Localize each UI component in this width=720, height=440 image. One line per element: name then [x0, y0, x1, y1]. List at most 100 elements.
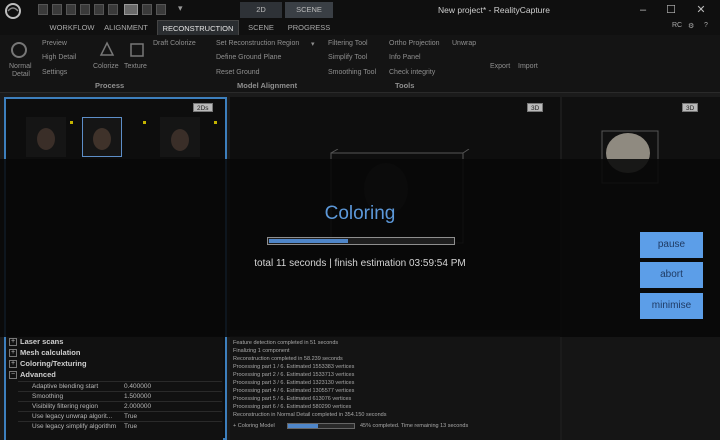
- property-row[interactable]: Visibility filtering region 2.000000: [18, 401, 222, 410]
- progress-bar-fill: [269, 239, 348, 243]
- normal-detail-label-2[interactable]: Detail: [12, 71, 30, 78]
- property-key: Smoothing: [32, 393, 64, 400]
- image-thumbnail-selected[interactable]: [82, 117, 122, 157]
- log-line: Processing part 4 / 6. Estimated 1305577…: [233, 388, 355, 394]
- colorize-icon[interactable]: [98, 41, 116, 59]
- define-ground-plane-button[interactable]: Define Ground Plane: [216, 54, 281, 61]
- thumbnail-status-dot: [70, 121, 73, 124]
- image-thumbnail[interactable]: [26, 117, 66, 157]
- abort-button[interactable]: abort: [640, 262, 703, 288]
- thumbnail-status-dot: [214, 121, 217, 124]
- app-logo-icon[interactable]: [4, 2, 22, 20]
- section-coloring-texturing[interactable]: Coloring/Texturing: [20, 359, 87, 368]
- filtering-tool-button[interactable]: Filtering Tool: [328, 40, 368, 47]
- user-badge[interactable]: RC: [672, 22, 682, 29]
- image-thumbnail[interactable]: [160, 117, 200, 157]
- property-key: Adaptive blending start: [32, 383, 99, 390]
- console-log[interactable]: Feature detection completed in 51 second…: [230, 336, 560, 440]
- group-model-alignment-label: Model Alignment: [237, 81, 298, 90]
- pause-button[interactable]: pause: [640, 232, 703, 258]
- property-row[interactable]: Adaptive blending start 0.400000: [18, 381, 222, 390]
- quick-access-layout-icon[interactable]: [80, 4, 90, 15]
- log-line: Processing part 6 / 6. Estimated 580290 …: [233, 404, 352, 410]
- expand-icon[interactable]: +: [9, 338, 17, 346]
- log-progress-fill: [288, 424, 318, 428]
- close-window-icon[interactable]: ✕: [694, 3, 708, 17]
- log-line: Reconstruction completed in 58.239 secon…: [233, 356, 343, 362]
- export-button[interactable]: Export: [490, 63, 510, 70]
- preview-button[interactable]: Preview: [42, 40, 67, 47]
- smoothing-tool-button[interactable]: Smoothing Tool: [328, 69, 376, 76]
- minimise-button[interactable]: minimise: [640, 293, 703, 319]
- section-laser-scans[interactable]: Laser scans: [20, 337, 63, 346]
- quick-access-layout-icon[interactable]: [52, 4, 62, 15]
- property-value[interactable]: True: [124, 412, 137, 421]
- quick-access-layout-icon[interactable]: [38, 4, 48, 15]
- colorize-button[interactable]: Colorize: [93, 63, 119, 70]
- quick-access-layout-icon[interactable]: [124, 4, 138, 15]
- expand-icon[interactable]: +: [9, 349, 17, 357]
- context-tab-2d[interactable]: 2D: [240, 2, 282, 18]
- section-mesh-calculation[interactable]: Mesh calculation: [20, 348, 80, 357]
- property-key: Use legacy unwrap algorit...: [32, 413, 113, 420]
- panel-3d-tag[interactable]: 3D: [527, 103, 544, 112]
- texture-button[interactable]: Texture: [124, 63, 147, 70]
- properties-panel: + Laser scans + Mesh calculation + Color…: [6, 336, 223, 440]
- property-value[interactable]: True: [124, 422, 137, 431]
- log-progress-label: + Coloring Model: [233, 423, 275, 429]
- property-row[interactable]: Use legacy unwrap algorit... True: [18, 411, 222, 420]
- log-line: Processing part 1 / 6. Estimated 1553383…: [233, 364, 355, 370]
- import-button[interactable]: Import: [518, 63, 538, 70]
- property-value[interactable]: 0.400000: [124, 382, 151, 391]
- expand-icon[interactable]: +: [9, 360, 17, 368]
- normal-detail-label[interactable]: Normal: [9, 63, 32, 70]
- quick-access-layout-icon[interactable]: [156, 4, 166, 15]
- group-tools-label: Tools: [395, 81, 415, 90]
- quick-access-layout-icon[interactable]: [94, 4, 104, 15]
- minimize-window-icon[interactable]: –: [636, 3, 650, 17]
- normal-detail-icon[interactable]: [10, 41, 28, 59]
- dropdown-chevron-icon[interactable]: ▾: [311, 40, 315, 48]
- progress-overlay: [0, 159, 720, 337]
- log-line: Processing part 2 / 6. Estimated 1533713…: [233, 372, 355, 378]
- log-line: Processing part 5 / 6. Estimated 613076 …: [233, 396, 352, 402]
- context-tab-scene[interactable]: SCENE: [285, 2, 333, 18]
- panel-2ds-tag[interactable]: 2Ds: [193, 103, 213, 112]
- help-icon[interactable]: ?: [704, 22, 708, 29]
- set-reconstruction-region-button[interactable]: Set Reconstruction Region: [216, 40, 299, 47]
- ribbon: Normal Detail Preview High Detail Settin…: [0, 35, 720, 93]
- quick-access-layout-icon[interactable]: [142, 4, 152, 15]
- property-row[interactable]: Use legacy simplify algorithm True: [18, 421, 222, 430]
- settings-button[interactable]: Settings: [42, 69, 67, 76]
- tab-workflow[interactable]: WORKFLOW: [44, 20, 100, 35]
- section-advanced[interactable]: Advanced: [20, 370, 56, 379]
- tab-reconstruction[interactable]: RECONSTRUCTION: [157, 20, 239, 35]
- draft-colorize-button[interactable]: Draft Colorize: [153, 40, 196, 47]
- quick-access-layout-icon[interactable]: [108, 4, 118, 15]
- panel-3d2-tag[interactable]: 3D: [682, 103, 699, 112]
- texture-icon[interactable]: [128, 41, 146, 59]
- settings-gear-icon[interactable]: ⚙: [688, 22, 694, 30]
- maximize-window-icon[interactable]: ☐: [664, 3, 678, 17]
- unwrap-button[interactable]: Unwrap: [452, 40, 476, 47]
- property-value[interactable]: 2.000000: [124, 402, 151, 411]
- tab-progress[interactable]: PROGRESS: [284, 20, 334, 35]
- property-value[interactable]: 1.500000: [124, 392, 151, 401]
- tab-alignment[interactable]: ALIGNMENT: [100, 20, 152, 35]
- quick-access-layout-icon[interactable]: [66, 4, 76, 15]
- thumbnail-status-dot: [143, 121, 146, 124]
- quick-access-menu-icon[interactable]: ▾: [178, 3, 183, 14]
- title-bar: ▾ 2D SCENE New project* - RealityCapture…: [0, 0, 720, 20]
- property-row[interactable]: Smoothing 1.500000: [18, 391, 222, 400]
- check-integrity-button[interactable]: Check integrity: [389, 69, 435, 76]
- log-progress-bar: [287, 423, 355, 429]
- high-detail-button[interactable]: High Detail: [42, 54, 76, 61]
- collapse-icon[interactable]: −: [9, 371, 17, 379]
- right-lower-panel: [562, 330, 720, 440]
- tab-scene[interactable]: SCENE: [242, 20, 280, 35]
- group-process-label: Process: [95, 81, 125, 90]
- simplify-tool-button[interactable]: Simplify Tool: [328, 54, 367, 61]
- ortho-projection-button[interactable]: Ortho Projection: [389, 40, 440, 47]
- info-panel-button[interactable]: Info Panel: [389, 54, 421, 61]
- reset-ground-button[interactable]: Reset Ground: [216, 69, 260, 76]
